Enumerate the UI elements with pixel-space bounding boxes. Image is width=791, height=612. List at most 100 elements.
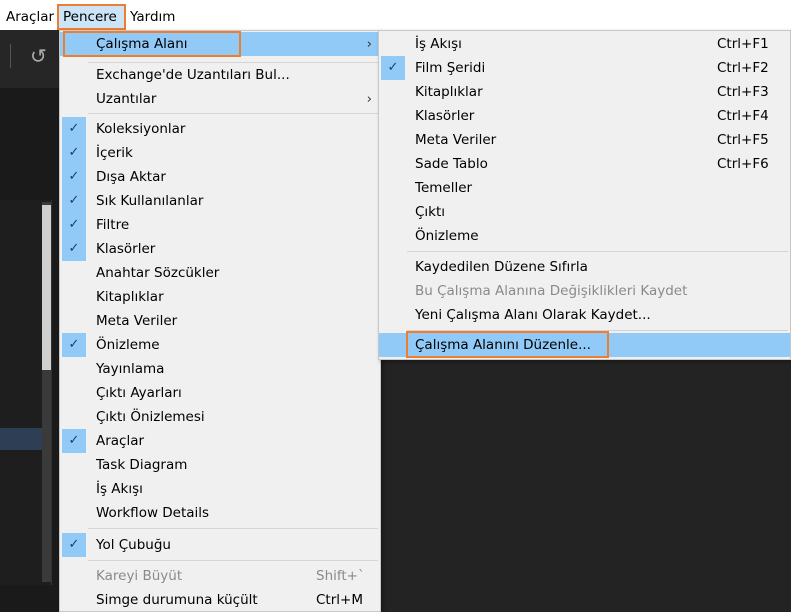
menu-item-panel[interactable]: Yayınlama (60, 357, 380, 381)
menu-item-panel[interactable]: Anahtar Sözcükler (60, 261, 380, 285)
menu-item-label: İş Akışı (415, 36, 462, 52)
annotation-highlight-box (406, 331, 609, 358)
menu-item-label: Film Şeridi (415, 60, 486, 76)
menu-item-panel[interactable]: ✓ Dışa Aktar (60, 165, 380, 189)
menu-yardim[interactable]: Yardım (124, 4, 181, 30)
menu-item-workspace-option[interactable]: Kitaplıklar Ctrl+F3 (379, 80, 790, 104)
menu-item-label: Çıktı Önizlemesi (96, 409, 205, 425)
menu-item-label: Uzantılar (96, 91, 157, 107)
window-menu: Çalışma Alanı › Exchange'de Uzantıları Bul… (59, 30, 381, 612)
menu-item-maximize[interactable]: Kareyi Büyüt Shift+` (60, 564, 380, 588)
menu-item-label: Önizleme (415, 228, 479, 244)
shortcut-label: Ctrl+F2 (717, 60, 769, 76)
menu-item-label: Yeni Çalışma Alanı Olarak Kaydet... (415, 307, 651, 323)
shortcut-label: Ctrl+M (316, 592, 363, 608)
menu-separator (88, 113, 378, 114)
menu-item-label: Meta Veriler (96, 313, 178, 329)
menu-item-label: Yol Çubuğu (96, 537, 171, 553)
menu-item-exchange[interactable]: Exchange'de Uzantıları Bul... (60, 63, 380, 87)
menu-item-panel[interactable]: ✓ Koleksiyonlar (60, 117, 380, 141)
shortcut-label: Shift+` (316, 568, 365, 584)
menu-item-label: Kaydedilen Düzene Sıfırla (415, 259, 588, 275)
menu-separator (407, 251, 788, 252)
menu-item-label: Çıktı Ayarları (96, 385, 182, 401)
shortcut-label: Ctrl+F4 (717, 108, 769, 124)
menu-item-panel[interactable]: Çıktı Önizlemesi (60, 405, 380, 429)
menu-item-label: Yayınlama (96, 361, 165, 377)
menu-item-workspace-option[interactable]: Çıktı (379, 200, 790, 224)
menu-item-label: Araçlar (96, 433, 145, 449)
shortcut-label: Ctrl+F6 (717, 156, 769, 172)
menu-item-label: Dışa Aktar (96, 169, 166, 185)
menu-item-workspace-option[interactable]: Önizleme (379, 224, 790, 248)
shortcut-label: Ctrl+F1 (717, 36, 769, 52)
menu-item-label: Kitaplıklar (415, 84, 483, 100)
menu-item-label: Klasörler (96, 241, 156, 257)
chevron-right-icon: › (366, 36, 372, 52)
menu-item-panel[interactable]: ✓ Önizleme (60, 333, 380, 357)
menu-item-panel[interactable]: ✓ Klasörler (60, 237, 380, 261)
menu-item-panel[interactable]: İş Akışı (60, 477, 380, 501)
workspace-submenu: İş Akışı Ctrl+F1 ✓ Film Şeridi Ctrl+F2 Kitapl… (378, 30, 791, 360)
menu-item-panel[interactable]: ✓ Filtre (60, 213, 380, 237)
menu-item-workspace-option[interactable]: Meta Veriler Ctrl+F5 (379, 128, 790, 152)
menu-item-panel[interactable]: Çıktı Ayarları (60, 381, 380, 405)
checkmark-icon: ✓ (62, 533, 86, 557)
shortcut-label: Ctrl+F3 (717, 84, 769, 100)
menu-item-label: İçerik (96, 145, 133, 161)
chevron-right-icon: › (366, 91, 372, 107)
menu-item-label: Klasörler (415, 108, 475, 124)
menu-item-label: Önizleme (96, 337, 160, 353)
menu-item-save-new[interactable]: Yeni Çalışma Alanı Olarak Kaydet... (379, 303, 790, 327)
checkmark-icon: ✓ (62, 213, 86, 237)
menu-item-label: Filtre (96, 217, 130, 233)
menu-item-path-bar[interactable]: ✓ Yol Çubuğu (60, 533, 380, 557)
menu-item-label: Temeller (415, 180, 473, 196)
menu-item-minimize[interactable]: Simge durumuna küçült Ctrl+M (60, 588, 380, 612)
menu-item-label: Meta Veriler (415, 132, 497, 148)
menu-item-save-changes[interactable]: Bu Çalışma Alanına Değişiklikleri Kaydet (379, 279, 790, 303)
shortcut-label: Ctrl+F5 (717, 132, 769, 148)
menu-item-panel[interactable]: Workflow Details (60, 501, 380, 525)
menu-item-panel[interactable]: Kitaplıklar (60, 285, 380, 309)
checkmark-icon: ✓ (381, 56, 405, 80)
menu-item-label: Task Diagram (96, 457, 188, 473)
menu-item-panel[interactable]: ✓ İçerik (60, 141, 380, 165)
menu-separator (88, 528, 378, 529)
menu-item-panel[interactable]: Meta Veriler (60, 309, 380, 333)
menu-item-label: Koleksiyonlar (96, 121, 186, 137)
menu-separator (88, 560, 378, 561)
menu-item-label: Workflow Details (96, 505, 210, 521)
checkmark-icon: ✓ (62, 165, 86, 189)
menu-item-label: Sık Kullanılanlar (96, 193, 204, 209)
checkmark-icon: ✓ (62, 189, 86, 213)
scrollbar-thumb[interactable] (42, 205, 51, 370)
menu-item-panel[interactable]: Task Diagram (60, 453, 380, 477)
menu-item-workspace-option[interactable]: İş Akışı Ctrl+F1 (379, 32, 790, 56)
menu-pencere[interactable]: Pencere (57, 4, 126, 30)
menu-item-workspace-option[interactable]: Klasörler Ctrl+F4 (379, 104, 790, 128)
menu-item-workspace-option[interactable]: Sade Tablo Ctrl+F6 (379, 152, 790, 176)
menu-item-label: İş Akışı (96, 481, 143, 497)
annotation-highlight-box (63, 31, 241, 57)
menu-araclar[interactable]: Araçlar (0, 4, 60, 30)
menu-item-panel[interactable]: ✓ Araçlar (60, 429, 380, 453)
undo-icon[interactable]: ↺ (30, 44, 47, 68)
menu-item-label: Kitaplıklar (96, 289, 164, 305)
checkmark-icon: ✓ (62, 141, 86, 165)
menu-item-label: Bu Çalışma Alanına Değişiklikleri Kaydet (415, 283, 688, 299)
toolbar-divider (10, 44, 11, 68)
checkmark-icon: ✓ (62, 429, 86, 453)
checkmark-icon: ✓ (62, 117, 86, 141)
menu-item-reset-layout[interactable]: Kaydedilen Düzene Sıfırla (379, 255, 790, 279)
menu-item-label: Exchange'de Uzantıları Bul... (96, 67, 290, 83)
menu-item-workspace-option[interactable]: Temeller (379, 176, 790, 200)
menu-item-panel[interactable]: ✓ Sık Kullanılanlar (60, 189, 380, 213)
menu-item-workspace-option[interactable]: ✓ Film Şeridi Ctrl+F2 (379, 56, 790, 80)
checkmark-icon: ✓ (62, 333, 86, 357)
menu-item-label: Çıktı (415, 204, 446, 220)
selected-row[interactable] (0, 428, 42, 450)
checkmark-icon: ✓ (62, 237, 86, 261)
menu-item-label: Kareyi Büyüt (96, 568, 183, 584)
menu-item-extensions[interactable]: Uzantılar › (60, 87, 380, 111)
